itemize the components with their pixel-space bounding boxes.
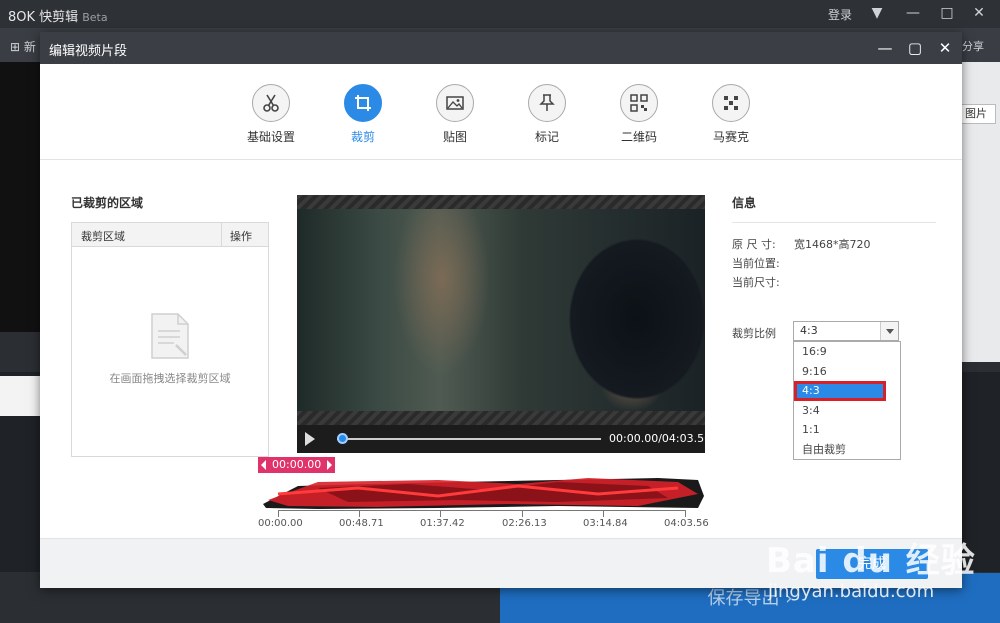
tab-qrcode[interactable]: 二维码	[604, 84, 674, 145]
login-link[interactable]: 登录	[828, 6, 852, 23]
ratio-option-free[interactable]: 自由裁剪	[794, 440, 900, 460]
maximize-icon[interactable]: □	[936, 3, 958, 23]
progress-knob[interactable]	[337, 433, 348, 444]
app-beta-label: Beta	[82, 11, 108, 24]
ruler-tick	[685, 511, 686, 517]
column-action: 操作	[230, 230, 252, 243]
pin-icon	[528, 84, 566, 122]
marker-left-arrow-icon	[261, 460, 266, 470]
timeline-marker[interactable]: 00:00.00	[258, 457, 336, 473]
ratio-option-9-16[interactable]: 9:16	[794, 362, 900, 382]
ratio-option-4-3[interactable]: 4:3	[794, 381, 886, 401]
playback-time: 00:00.00/04:03.56	[609, 432, 712, 445]
share-button[interactable]: 分享	[962, 38, 984, 54]
dialog-titlebar: 编辑视频片段 — ▢ ✕	[40, 32, 962, 64]
dialog-body: 已裁剪的区域 裁剪区域 操作 在画面拖拽选择裁剪区域 00:00.00/04:0…	[40, 160, 962, 538]
mosaic-icon	[712, 84, 750, 122]
ruler-tick	[522, 511, 523, 517]
tab-sticker[interactable]: 贴图	[420, 84, 490, 145]
thumbnail-strip[interactable]	[258, 474, 706, 510]
ruler-label: 04:03.56	[664, 518, 709, 529]
ruler-label: 03:14.84	[583, 518, 628, 529]
crop-ratio-select[interactable]: 4:3	[793, 321, 899, 341]
dialog-minimize-icon[interactable]: —	[874, 37, 896, 59]
cropped-regions-title: 已裁剪的区域	[71, 196, 144, 210]
background-image-button[interactable]: 图片	[956, 104, 996, 124]
qrcode-icon	[620, 84, 658, 122]
video-frame[interactable]	[297, 209, 705, 411]
info-divider	[732, 222, 936, 223]
column-divider	[221, 223, 222, 247]
ratio-option-3-4[interactable]: 3:4	[794, 401, 900, 421]
column-region: 裁剪区域	[81, 230, 125, 243]
tab-label: 马赛克	[712, 130, 749, 144]
tab-mosaic[interactable]: 马赛克	[696, 84, 766, 145]
ruler-tick	[603, 511, 604, 517]
crop-ratio-value: 4:3	[800, 324, 818, 337]
tab-label: 二维码	[620, 130, 657, 144]
dialog-title: 编辑视频片段	[49, 44, 128, 59]
background-preview	[0, 62, 40, 332]
marker-time: 00:00.00	[272, 458, 322, 471]
watermark-line2: jingyan.baidu.com	[768, 581, 935, 602]
minimize-icon[interactable]: —	[902, 3, 924, 23]
app-titlebar: 8OK 快剪辑 Beta 登录 ▼ — □ ✕	[0, 0, 1000, 28]
play-icon[interactable]	[305, 432, 315, 446]
new-label: 新	[23, 40, 36, 54]
tab-label: 贴图	[442, 130, 467, 144]
video-player: 00:00.00/04:03.56	[297, 195, 711, 453]
crop-ratio-options: 16:9 9:16 4:3 3:4 1:1 自由裁剪	[793, 341, 901, 460]
tab-basic-settings[interactable]: 基础设置	[236, 84, 306, 145]
current-size-label: 当前尺寸:	[732, 276, 780, 289]
video-border-bottom	[297, 411, 705, 425]
plus-icon: ⊞	[10, 40, 24, 54]
tab-mark[interactable]: 标记	[512, 84, 582, 145]
empty-hint: 在画面拖拽选择裁剪区域	[109, 372, 231, 385]
ruler-label: 02:26.13	[502, 518, 547, 529]
ruler-labels: 00:00.00 00:48.71 01:37.42 02:26.13 03:1…	[258, 518, 709, 532]
marker-right-arrow-icon	[327, 460, 333, 470]
timeline-ruler	[278, 510, 686, 518]
info-title: 信息	[732, 196, 757, 210]
empty-document-icon	[151, 313, 189, 359]
crop-ratio-label: 裁剪比例	[732, 327, 776, 340]
ruler-label: 00:48.71	[339, 518, 384, 529]
ruler-tick	[278, 511, 279, 517]
original-size-label: 原 尺 寸:	[732, 238, 776, 251]
image-icon	[436, 84, 474, 122]
table-header: 裁剪区域 操作	[72, 223, 268, 247]
new-project-button[interactable]: ⊞ 新	[10, 38, 36, 55]
original-size-value: 宽1468*高720	[794, 238, 871, 251]
dropdown-menu-icon[interactable]: ▼	[866, 3, 888, 23]
tab-label: 基础设置	[246, 130, 295, 144]
progress-track[interactable]	[337, 438, 601, 440]
video-controls: 00:00.00/04:03.56	[297, 425, 711, 453]
scissors-icon	[252, 84, 290, 122]
watermark-line1: Bai du 经验	[766, 541, 976, 581]
crop-icon	[344, 84, 382, 122]
ruler-label: 00:00.00	[258, 518, 303, 529]
app-logo: 8OK 快剪辑 Beta	[8, 6, 108, 25]
tab-crop[interactable]: 裁剪	[328, 84, 398, 145]
tab-label: 裁剪	[350, 130, 375, 144]
ruler-tick	[440, 511, 441, 517]
app-logo-text: 快剪辑	[39, 10, 79, 25]
baidu-jingyan-watermark: Bai du 经验 jingyan.baidu.com	[760, 505, 1000, 615]
video-border-top	[297, 195, 705, 209]
dialog-maximize-icon[interactable]: ▢	[904, 37, 926, 59]
chevron-down-icon[interactable]	[880, 322, 898, 340]
ruler-tick	[359, 511, 360, 517]
tab-bar: 基础设置 裁剪 贴图 标记 二维码 马赛克	[40, 64, 962, 160]
background-timeline-header	[0, 376, 40, 416]
ratio-option-1-1[interactable]: 1:1	[794, 420, 900, 440]
cropped-regions-table: 裁剪区域 操作 在画面拖拽选择裁剪区域	[71, 222, 269, 457]
close-icon[interactable]: ✕	[968, 3, 990, 23]
app-logo-icon: 8OK	[8, 10, 40, 25]
current-position-label: 当前位置:	[732, 257, 780, 270]
ruler-label: 01:37.42	[420, 518, 465, 529]
dialog-close-icon[interactable]: ✕	[934, 37, 956, 59]
tab-label: 标记	[534, 130, 559, 144]
ratio-option-16-9[interactable]: 16:9	[794, 342, 900, 362]
